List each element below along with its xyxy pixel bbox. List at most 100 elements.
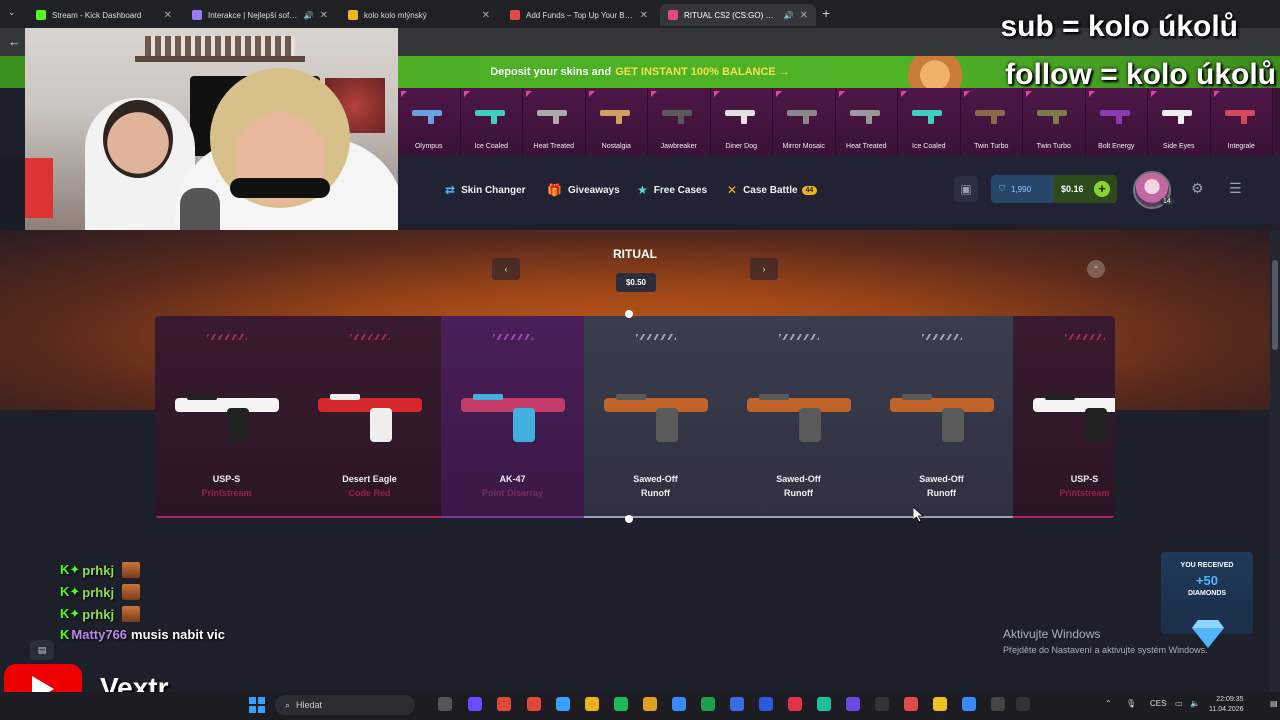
weapon-skin-icon: [974, 110, 1005, 124]
windows-start-icon[interactable]: [249, 697, 265, 713]
add-funds-button[interactable]: +: [1094, 181, 1110, 197]
live-drop-item[interactable]: Bolt Energy: [1085, 88, 1148, 156]
weapon-image: [889, 394, 994, 442]
discord-icon[interactable]: [468, 697, 482, 711]
speaker-icon[interactable]: 🔊: [304, 11, 314, 20]
gems-balance[interactable]: ⛉ 1,990: [991, 175, 1053, 203]
weapon-skin-icon: [849, 110, 880, 124]
live-drop-item[interactable]: Diner Dog: [710, 88, 773, 156]
taskbar-search-input[interactable]: ⌕ Hledat: [275, 695, 415, 715]
skin-name: Printstream: [1059, 488, 1110, 498]
chat-message: K✦ prhkj: [60, 606, 141, 622]
search-placeholder: Hledat: [296, 700, 323, 710]
page-scrollbar[interactable]: [1270, 230, 1280, 692]
taskbar-clock[interactable]: 22:09:35 11.04.2026: [1209, 695, 1244, 715]
live-drop-item[interactable]: Ice Coaled: [460, 88, 523, 156]
tab-search-icon[interactable]: ⌄: [8, 7, 16, 18]
language-indicator[interactable]: CES: [1150, 699, 1166, 708]
nav-case-battle[interactable]: ✕ Case Battle 44: [727, 183, 818, 197]
webcam-feed: [25, 28, 398, 230]
tab-kolo-kolo[interactable]: kolo kolo mlýnský ✕: [340, 4, 498, 26]
scrollbar-thumb[interactable]: [1272, 260, 1278, 350]
live-drop-item[interactable]: Side Eyes: [1148, 88, 1211, 156]
live-drop-item[interactable]: Jawbreaker: [648, 88, 711, 156]
weapon-skin-icon: [912, 110, 942, 124]
spotify-icon[interactable]: [614, 697, 628, 711]
close-icon[interactable]: ✕: [640, 10, 648, 21]
live-drop-label: Jawbreaker: [660, 143, 697, 150]
windows-activation-notice: Aktivujte Windows Přejděte do Nastavení …: [1003, 627, 1208, 655]
app-icon[interactable]: [817, 697, 831, 711]
word-icon[interactable]: [730, 697, 744, 711]
weapon-name: USP-S: [1070, 474, 1099, 484]
live-drop-item[interactable]: Nostalgia: [585, 88, 648, 156]
app-icon[interactable]: [991, 697, 1005, 711]
tab-ritual-case[interactable]: RITUAL CS2 (CS:GO) Case – 🔊 ✕: [660, 4, 816, 26]
chrome-icon: [348, 10, 358, 20]
nav-giveaways[interactable]: 🎁 Giveaways: [547, 183, 620, 197]
back-arrow-icon[interactable]: ←: [8, 34, 21, 49]
weapon-image: [1032, 394, 1115, 442]
skin-name: Runoff: [641, 488, 670, 498]
overlay-follow-text: follow = kolo úkolů: [1005, 58, 1276, 91]
spinner-marker-bottom: [625, 515, 633, 523]
prev-case-button[interactable]: ‹: [492, 258, 520, 280]
tab-add-funds[interactable]: Add Funds – Top Up Your Balan ✕: [502, 4, 656, 26]
edge-icon[interactable]: [672, 697, 686, 711]
mouse-cursor-icon: [913, 507, 925, 523]
tray-chevron-icon[interactable]: ⌃: [1105, 699, 1112, 708]
app-icon[interactable]: [962, 697, 976, 711]
app-icon[interactable]: [904, 697, 918, 711]
notifications-icon[interactable]: ▤: [1270, 699, 1278, 708]
new-tab-button[interactable]: +: [822, 5, 830, 21]
live-drop-item[interactable]: Ice Coaled: [898, 88, 961, 156]
gear-icon[interactable]: ⚙: [1191, 180, 1204, 197]
scroll-top-button[interactable]: ⌃: [1087, 260, 1105, 278]
speaker-icon[interactable]: 🔊: [784, 11, 794, 20]
microphone-icon[interactable]: 🎙: [1126, 699, 1136, 708]
app-icon[interactable]: [643, 697, 657, 711]
weapon-name: AK-47: [499, 474, 526, 484]
user-level-badge: 14: [1160, 198, 1174, 205]
live-drop-item[interactable]: Integrale: [1210, 88, 1273, 156]
tab-interakce[interactable]: Interakce | Nejlepší softwar 🔊 ✕: [184, 4, 336, 26]
volume-icon[interactable]: 🔈: [1190, 699, 1200, 708]
network-icon[interactable]: ▭: [1175, 699, 1183, 708]
app-icon[interactable]: [1016, 697, 1030, 711]
nav-free-cases[interactable]: ★ Free Cases: [637, 183, 707, 197]
steam-icon[interactable]: [875, 697, 889, 711]
spinner-item: USP-S Printstream: [155, 316, 298, 518]
close-icon[interactable]: ✕: [800, 10, 808, 21]
file-explorer-icon[interactable]: [585, 697, 599, 711]
live-drop-item[interactable]: Heat Treated: [523, 88, 586, 156]
close-icon[interactable]: ✕: [164, 10, 172, 21]
chevron-up-icon: ⌃: [1092, 264, 1100, 274]
weapon-skin-icon: [1162, 110, 1192, 124]
close-icon[interactable]: ✕: [482, 10, 490, 21]
tab-kick-dashboard[interactable]: Stream - Kick Dashboard ✕: [28, 4, 180, 26]
hamburger-menu-icon[interactable]: ☰: [1229, 180, 1242, 197]
nav-skin-changer[interactable]: ⇄ Skin Changer: [445, 183, 526, 197]
close-icon[interactable]: ✕: [320, 10, 328, 21]
live-drop-item[interactable]: Twin Turbo: [960, 88, 1023, 156]
xbox-icon[interactable]: [701, 697, 715, 711]
record-icon[interactable]: [788, 697, 802, 711]
app-icon[interactable]: [933, 697, 947, 711]
gift-box-button[interactable]: ▣: [954, 176, 978, 202]
next-case-button[interactable]: ›: [750, 258, 778, 280]
task-view-icon[interactable]: [438, 697, 452, 711]
live-drop-item[interactable]: Mirror Mosaic: [773, 88, 836, 156]
live-drop-item[interactable]: Olympus: [398, 88, 461, 156]
chrome-icon[interactable]: [556, 697, 570, 711]
live-drop-item[interactable]: Twin Turbo: [1023, 88, 1086, 156]
live-drop-item[interactable]: Heat Treated: [835, 88, 898, 156]
photoshop-icon[interactable]: [759, 697, 773, 711]
banner-text: Deposit your skins and: [490, 66, 612, 78]
weapon-skin-icon: [1099, 110, 1130, 124]
reward-amount: +50: [1195, 573, 1219, 588]
chrome-active-icon[interactable]: [527, 697, 541, 711]
chrome-icon[interactable]: [497, 697, 511, 711]
interaction-icon: [192, 10, 202, 20]
weapon-skin-icon: [662, 110, 692, 124]
app-icon[interactable]: [846, 697, 860, 711]
